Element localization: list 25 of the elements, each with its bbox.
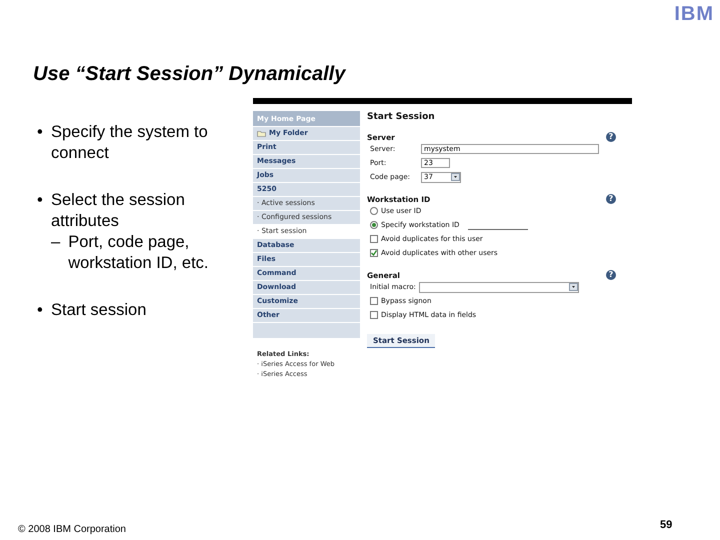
slide-title: Use “Start Session” Dynamically [33,62,347,86]
checkbox[interactable] [370,311,378,319]
help-button[interactable]: ? [606,270,616,280]
folder-icon [257,130,266,137]
help-button[interactable]: ? [606,132,616,142]
copyright: © 2008 IBM Corporation [18,524,126,535]
bullet-marker: • [37,122,44,143]
checkbox[interactable] [370,249,378,257]
dropdown-arrow-icon[interactable] [451,173,460,181]
page-number: 59 [660,519,672,531]
bullet-text: Select the session attributes [51,190,186,232]
bullet-marker: • [37,300,44,321]
bullet-text: Port, code page, workstation ID, etc. [68,232,210,274]
checkbox[interactable] [370,235,378,243]
radio-button[interactable] [370,221,378,229]
dropdown-arrow-icon[interactable] [568,283,578,291]
help-button[interactable]: ? [606,194,616,204]
logo: IBM [674,2,714,27]
bullet-text: Start session [51,300,146,321]
bullet-marker: – [51,232,60,253]
bullet-text: Specify the system to connect [51,122,209,164]
form-title: Start Session [367,112,436,122]
radio-button[interactable] [370,207,378,215]
checkbox[interactable] [370,297,378,305]
bullet-marker: • [37,190,44,211]
